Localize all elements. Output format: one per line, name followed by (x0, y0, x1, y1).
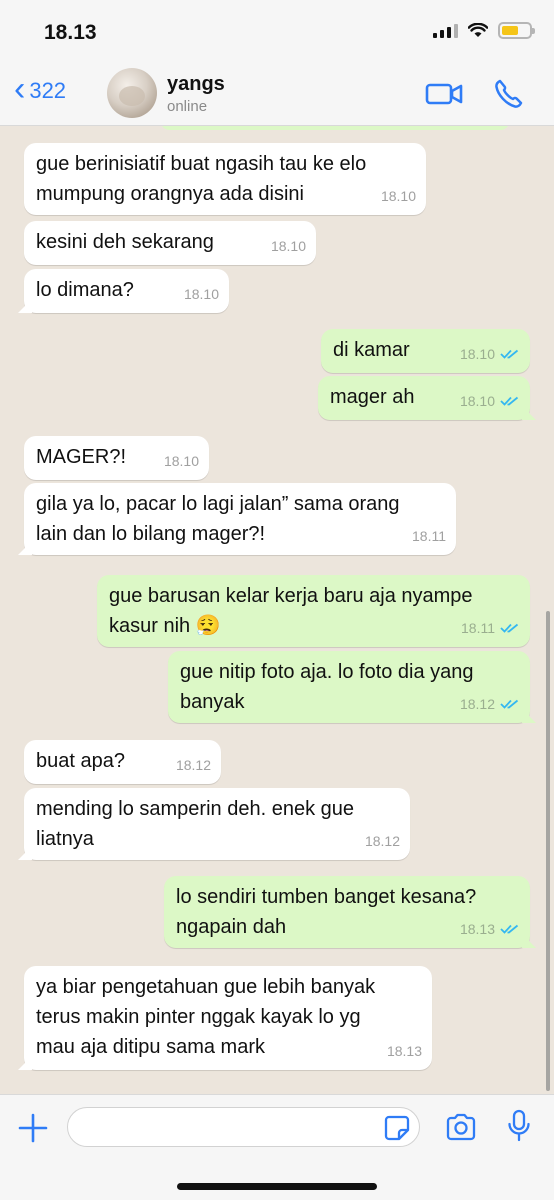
contact-status: online (167, 98, 208, 115)
back-button[interactable]: ‹ 322 (14, 72, 67, 106)
message-bubble-outgoing[interactable]: lo sendiri tumben banget kesana? ngapain… (164, 876, 536, 948)
previous-message-edge (160, 126, 510, 130)
message-time: 18.12 (459, 696, 495, 712)
message-time: 18.10 (270, 238, 306, 254)
cellular-signal-icon (433, 23, 458, 38)
status-bar: 18.13 (0, 0, 554, 64)
message-text: gila ya lo, pacar lo lagi jalan” sama or… (36, 493, 400, 545)
message-time: 18.11 (461, 620, 495, 636)
read-receipt-icon (500, 349, 519, 359)
message-time: 18.11 (412, 528, 446, 544)
message-text: ya biar pengetahuan gue lebih banyak ter… (36, 976, 376, 1058)
read-receipt-icon (500, 924, 519, 934)
read-receipt-icon (500, 396, 519, 406)
chevron-left-icon: ‹ (14, 70, 26, 108)
phone-icon[interactable] (492, 77, 526, 111)
message-time: 18.12 (364, 833, 400, 849)
scrollbar[interactable] (546, 611, 550, 1091)
message-bubble-incoming[interactable]: ya biar pengetahuan gue lebih banyak ter… (18, 966, 432, 1070)
battery-icon (498, 22, 535, 39)
message-time: 18.10 (183, 286, 219, 302)
message-text: kesini deh sekarang (36, 231, 214, 253)
message-bubble-incoming[interactable]: mending lo samperin deh. enek gue liatny… (18, 788, 410, 860)
unread-count: 322 (29, 78, 67, 103)
status-time: 18.13 (44, 21, 97, 44)
video-call-icon[interactable] (425, 79, 465, 109)
message-bubble-incoming[interactable]: buat apa? 18.12 (24, 740, 221, 784)
message-bubble-outgoing[interactable]: di kamar 18.10 (321, 329, 530, 373)
wifi-icon (468, 23, 488, 37)
chat-area[interactable]: gue berinisiatif buat ngasih tau ke elo … (0, 126, 554, 1094)
message-bubble-outgoing[interactable]: gue barusan kelar kerja baru aja nyampe … (97, 575, 530, 647)
message-bubble-outgoing[interactable]: mager ah 18.10 (318, 376, 536, 420)
avatar[interactable] (107, 68, 157, 118)
message-text: gue barusan kelar kerja baru aja nyampe … (109, 585, 473, 637)
message-text: mending lo samperin deh. enek gue liatny… (36, 798, 354, 850)
plus-icon[interactable] (18, 1113, 48, 1143)
microphone-icon[interactable] (507, 1109, 531, 1143)
message-bubble-incoming[interactable]: gue berinisiatif buat ngasih tau ke elo … (24, 143, 426, 215)
home-indicator (177, 1183, 377, 1190)
message-bubble-incoming[interactable]: gila ya lo, pacar lo lagi jalan” sama or… (18, 483, 456, 555)
message-time: 18.13 (459, 921, 495, 937)
camera-icon[interactable] (445, 1112, 477, 1142)
contact-name[interactable]: yangs (167, 73, 225, 96)
message-time: 18.10 (163, 453, 199, 469)
message-bubble-incoming[interactable]: kesini deh sekarang 18.10 (24, 221, 316, 265)
read-receipt-icon (500, 623, 519, 633)
sticker-icon[interactable] (384, 1115, 410, 1141)
message-bubble-incoming[interactable]: MAGER?! 18.10 (24, 436, 209, 480)
message-bubble-incoming[interactable]: lo dimana? 18.10 (18, 269, 229, 313)
message-time: 18.10 (459, 346, 495, 362)
message-bubble-outgoing[interactable]: gue nitip foto aja. lo foto dia yang ban… (168, 651, 536, 723)
message-time: 18.10 (380, 188, 416, 204)
message-time: 18.12 (175, 757, 211, 773)
chat-header: ‹ 322 yangs online (0, 64, 554, 126)
status-icons (433, 22, 535, 39)
input-bar (0, 1094, 554, 1200)
message-input[interactable] (67, 1107, 420, 1147)
message-time: 18.10 (459, 393, 495, 409)
message-time: 18.13 (386, 1043, 422, 1059)
message-text: gue berinisiatif buat ngasih tau ke elo … (36, 153, 367, 205)
read-receipt-icon (500, 699, 519, 709)
